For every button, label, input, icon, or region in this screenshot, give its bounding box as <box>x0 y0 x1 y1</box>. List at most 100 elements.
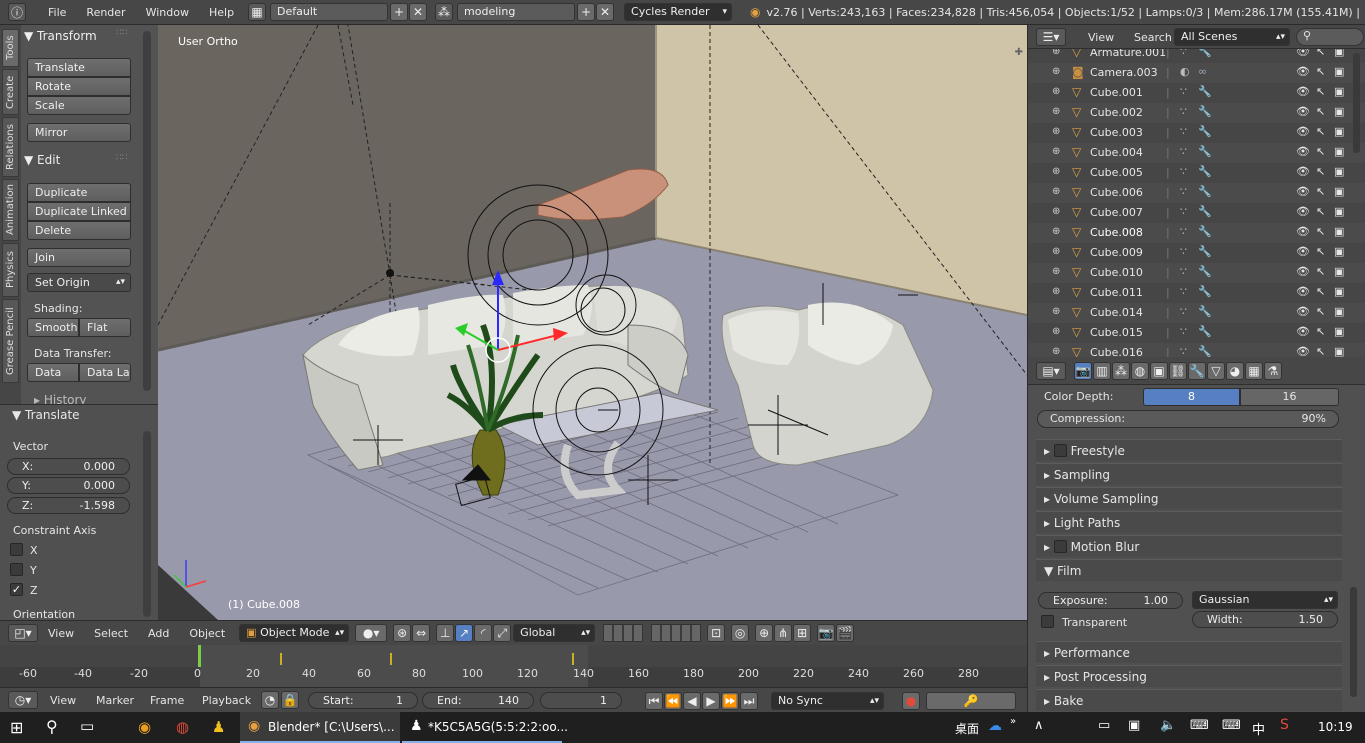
selectable-arrow-icon[interactable]: ↖ <box>1316 85 1325 98</box>
expand-icon[interactable]: ⊕ <box>1052 226 1060 237</box>
outliner-row[interactable]: ⊕ ▽ Cube.015 | ∵ 🔧 👁 ↖ ▣ <box>1028 323 1365 343</box>
constraint-x-checkbox[interactable] <box>10 543 23 556</box>
outliner-row[interactable]: ⊕ ◙ Camera.003 | ◐ ∞ 👁 ↖ ▣ <box>1028 63 1365 83</box>
outliner-row[interactable]: ⊕ ▽ Cube.003 | ∵ 🔧 👁 ↖ ▣ <box>1028 123 1365 143</box>
corner-plus-icon[interactable]: ✚ <box>1015 47 1023 58</box>
renderable-camera-icon[interactable]: ▣ <box>1334 105 1344 118</box>
expand-icon[interactable]: ⊕ <box>1052 266 1060 277</box>
qq-icon[interactable]: ♟ <box>212 718 225 736</box>
editor-type-icon[interactable]: ▤▾ <box>1036 362 1066 380</box>
renderable-camera-icon[interactable]: ▣ <box>1334 185 1344 198</box>
lock-layers-icon[interactable]: ⊡ <box>707 624 726 642</box>
constraint-z-checkbox[interactable]: ✓ <box>10 583 23 596</box>
visibility-eye-icon[interactable]: 👁 <box>1296 225 1310 238</box>
show-hidden-icon[interactable]: ∧ <box>1034 718 1044 733</box>
clock[interactable]: 10:19 <box>1318 720 1353 734</box>
jump-end-icon[interactable]: ⏭ <box>740 692 758 710</box>
current-frame-field[interactable]: 1 <box>540 692 622 709</box>
expand-icon[interactable]: ⊕ <box>1052 286 1060 297</box>
mirror-button[interactable]: Mirror <box>27 123 131 142</box>
visibility-eye-icon[interactable]: 👁 <box>1296 49 1310 58</box>
duplicate-linked-button[interactable]: Duplicate Linked <box>27 202 131 221</box>
visibility-eye-icon[interactable]: 👁 <box>1296 85 1310 98</box>
proportional-edit-icon[interactable]: ◎ <box>731 624 750 642</box>
light-paths-panel[interactable]: ▸ Light Paths <box>1036 511 1342 533</box>
selectable-arrow-icon[interactable]: ↖ <box>1316 205 1325 218</box>
tab-relations[interactable]: Relations <box>2 117 19 177</box>
keying-set-icon[interactable]: 🔑 <box>926 692 1016 710</box>
expand-icon[interactable]: ⊕ <box>1052 186 1060 197</box>
sogou-icon[interactable]: S <box>1280 717 1289 733</box>
outliner-row[interactable]: ⊕ ▽ Cube.004 | ∵ 🔧 👁 ↖ ▣ <box>1028 143 1365 163</box>
volume-sampling-panel[interactable]: ▸ Volume Sampling <box>1036 487 1342 509</box>
visibility-eye-icon[interactable]: 👁 <box>1296 185 1310 198</box>
expand-icon[interactable]: ⊕ <box>1052 126 1060 137</box>
data-button[interactable]: Data <box>27 363 79 382</box>
menu-add[interactable]: Add <box>138 627 179 640</box>
outliner-row[interactable]: ⊕ ▽ Cube.010 | ∵ 🔧 👁 ↖ ▣ <box>1028 263 1365 283</box>
data-layers-button[interactable]: Data La <box>79 363 131 382</box>
exposure-field[interactable]: Exposure: 1.00 <box>1038 592 1183 609</box>
network-icon[interactable]: ▣ <box>1128 718 1140 733</box>
visibility-eye-icon[interactable]: 👁 <box>1296 65 1310 78</box>
outliner-row[interactable]: ⊕ ▽ Cube.014 | ∵ 🔧 👁 ↖ ▣ <box>1028 303 1365 323</box>
end-frame-field[interactable]: End: 140 <box>422 692 534 709</box>
play-reverse-icon[interactable]: ◀ <box>683 692 701 710</box>
windows-start-icon[interactable]: ⊞ <box>10 718 23 737</box>
outliner-scrollbar[interactable] <box>1353 53 1360 153</box>
renderable-camera-icon[interactable]: ▣ <box>1334 65 1344 78</box>
next-keyframe-icon[interactable]: ⏩ <box>721 692 739 710</box>
outliner-search-input[interactable]: ⚲ <box>1296 28 1364 46</box>
menu-file[interactable]: File <box>38 6 76 19</box>
outliner-row[interactable]: ⊕ ▽ Cube.007 | ∵ 🔧 👁 ↖ ▣ <box>1028 203 1365 223</box>
compression-slider[interactable]: Compression: 90% <box>1037 410 1339 428</box>
qq-task-button[interactable]: ♟ *K5C5A5G(5:5:2:2:oo... <box>402 712 568 743</box>
rotate-manipulator-icon[interactable]: ◜ <box>474 624 493 642</box>
add-layout-icon[interactable]: + <box>390 3 409 21</box>
remove-layout-icon[interactable]: ✕ <box>409 3 428 21</box>
manipulator-toggle-icon[interactable]: ⊥ <box>436 624 455 642</box>
layers-right-grid[interactable] <box>651 624 702 642</box>
visibility-eye-icon[interactable]: 👁 <box>1296 305 1310 318</box>
translate-button[interactable]: Translate <box>27 58 131 77</box>
visibility-eye-icon[interactable]: 👁 <box>1296 105 1310 118</box>
renderable-camera-icon[interactable]: ▣ <box>1334 165 1344 178</box>
render-tab-icon[interactable]: 📷 <box>1074 362 1092 380</box>
menu-view[interactable]: View <box>38 627 84 640</box>
expand-icon[interactable]: » <box>1010 716 1016 727</box>
film-panel[interactable]: ▼ Film <box>1036 559 1342 581</box>
onedrive-icon[interactable]: ☁ <box>988 718 1002 734</box>
delete-button[interactable]: Delete <box>27 221 131 240</box>
renderable-camera-icon[interactable]: ▣ <box>1334 245 1344 258</box>
renderable-camera-icon[interactable]: ▣ <box>1334 125 1344 138</box>
flat-button[interactable]: Flat <box>79 318 131 337</box>
display-mode-select[interactable]: All Scenes ▴▾ <box>1174 28 1290 46</box>
snap-target-icon[interactable]: ⊞ <box>793 624 812 642</box>
expand-icon[interactable]: ⊕ <box>1052 326 1060 337</box>
record-icon[interactable]: ● <box>902 692 920 710</box>
constraint-y-checkbox[interactable] <box>10 563 23 576</box>
post-processing-panel[interactable]: ▸ Post Processing <box>1036 665 1342 687</box>
tool-shelf-scrollbar[interactable] <box>143 31 151 391</box>
outliner-row[interactable]: ⊕ ▽ Cube.016 | ∵ 🔧 👁 ↖ ▣ <box>1028 343 1365 357</box>
menu-playback[interactable]: Playback <box>192 694 261 707</box>
properties-scrollbar[interactable] <box>1350 587 1357 697</box>
transform-orientation-select[interactable]: Global ▴▾ <box>513 624 596 642</box>
outliner-row[interactable]: ⊕ ▽ Armature.001 | ∵ 🔧 👁 ↖ ▣ <box>1028 49 1365 63</box>
freestyle-checkbox[interactable] <box>1053 444 1067 457</box>
visibility-eye-icon[interactable]: 👁 <box>1296 325 1310 338</box>
ime-label[interactable]: 中 <box>1252 719 1265 738</box>
scale-button[interactable]: Scale <box>27 96 131 115</box>
renderable-camera-icon[interactable]: ▣ <box>1334 265 1344 278</box>
menu-view[interactable]: View <box>40 694 86 707</box>
timeline-area[interactable]: -60 -40 -20 0 20 40 60 80 100 120 140 16… <box>0 645 1027 687</box>
expand-icon[interactable]: ⊕ <box>1052 106 1060 117</box>
selectable-arrow-icon[interactable]: ↖ <box>1316 165 1325 178</box>
translate-manipulator-icon[interactable]: ↗ <box>455 624 474 642</box>
outliner-row[interactable]: ⊕ ▽ Cube.006 | ∵ 🔧 👁 ↖ ▣ <box>1028 183 1365 203</box>
weibo-icon[interactable]: ◍ <box>176 718 189 736</box>
renderable-camera-icon[interactable]: ▣ <box>1334 145 1344 158</box>
filter-width-field[interactable]: Width: 1.50 <box>1192 611 1338 628</box>
expand-icon[interactable]: ⊕ <box>1052 146 1060 157</box>
motion-blur-checkbox[interactable] <box>1053 540 1067 553</box>
